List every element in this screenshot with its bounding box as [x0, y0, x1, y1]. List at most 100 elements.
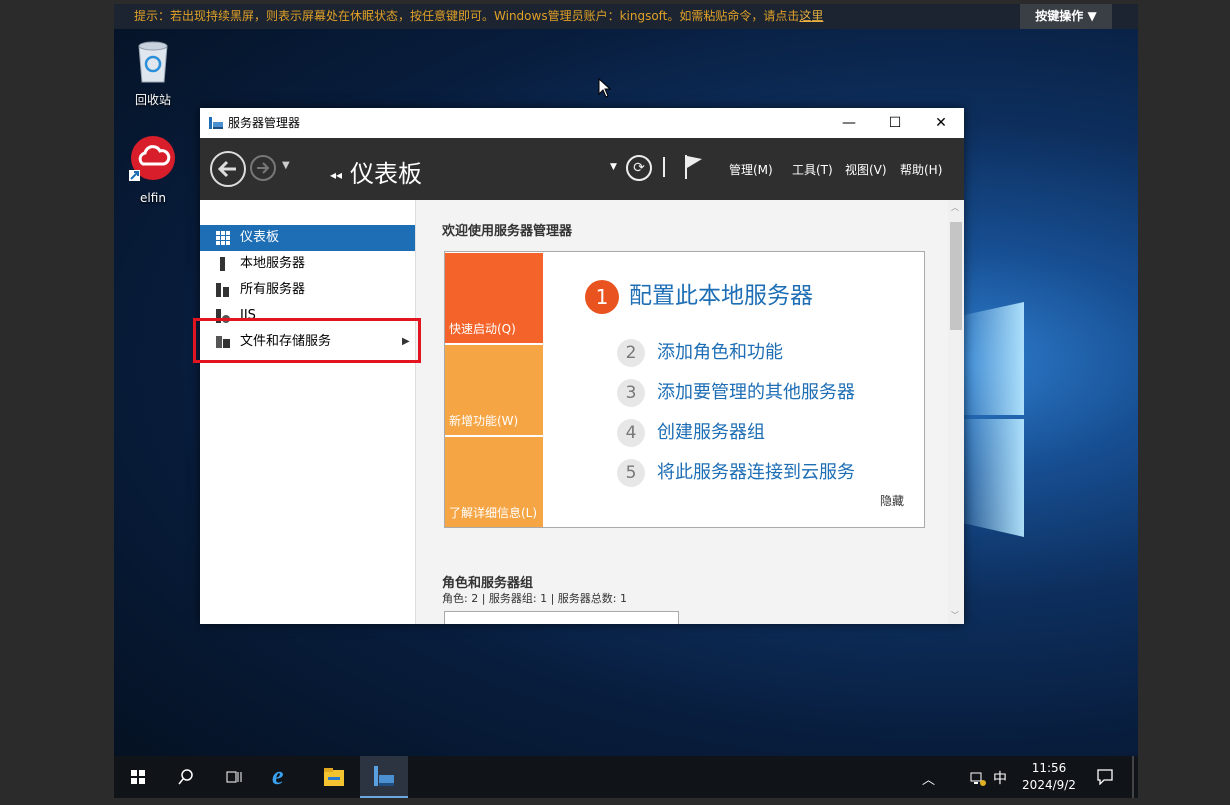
local-server-icon [220, 257, 225, 271]
server-manager-taskbar-button[interactable] [360, 756, 408, 798]
network-icon[interactable] [970, 772, 986, 786]
history-dropdown-icon[interactable]: ▼ [282, 160, 290, 171]
recycle-bin-label: 回收站 [134, 93, 171, 107]
window-titlebar[interactable]: 服务器管理器 — ☐ ✕ [200, 108, 964, 138]
hide-link[interactable]: 隐藏 [880, 492, 904, 509]
maximize-button[interactable]: ☐ [872, 108, 918, 138]
system-clock[interactable]: 11:56 2024/9/2 [1014, 760, 1084, 794]
taskbar: e ︿ 中 11:56 2024/9/2 [114, 756, 1138, 798]
windows-start-icon [131, 770, 145, 784]
breadcrumb-chevron-icon: ◂◂ [330, 168, 343, 182]
step-create-group[interactable]: 4 创建服务器组 [617, 418, 765, 447]
step-label: 将此服务器连接到云服务 [657, 462, 855, 483]
sidebar-item-label: 所有服务器 [240, 282, 306, 297]
step-label: 创建服务器组 [657, 422, 765, 443]
server-manager-app-icon [209, 117, 223, 129]
step-add-servers[interactable]: 3 添加要管理的其他服务器 [617, 378, 855, 407]
highlight-box [193, 318, 421, 363]
show-hidden-icons-chevron-icon[interactable]: ︿ [922, 769, 935, 788]
task-view-button[interactable] [210, 756, 258, 798]
file-explorer-button[interactable] [310, 756, 358, 798]
sidebar-item-dashboard[interactable]: 仪表板 [200, 225, 415, 251]
menu-view[interactable]: 视图(V) [845, 161, 887, 178]
minimize-button[interactable]: — [826, 108, 872, 138]
quick-start-tile[interactable]: 快速启动(Q) [445, 253, 543, 343]
sidebar-item-all-servers[interactable]: 所有服务器 [200, 277, 415, 303]
elfin-label: elfin [140, 191, 166, 205]
remote-viewer-frame: 提示：若出现持续黑屏，则表示屏幕处在休眠状态，按任意键即可。Windows管理员… [0, 0, 1230, 805]
search-icon [178, 769, 193, 785]
dashboard-icon [216, 231, 230, 245]
welcome-heading: 欢迎使用服务器管理器 [442, 224, 573, 239]
recycle-bin-desktop-icon[interactable]: 回收站 [114, 40, 193, 108]
refresh-dropdown-icon[interactable]: ▼ [610, 162, 617, 172]
refresh-icon[interactable]: ⟳ [626, 155, 652, 181]
ime-indicator[interactable]: 中 [993, 768, 1007, 788]
forward-arrow-icon [257, 162, 270, 174]
forward-button[interactable] [250, 155, 276, 181]
tile-label: 了解详细信息(L) [449, 506, 538, 520]
whats-new-tile[interactable]: 新增功能(W) [445, 345, 543, 435]
role-tile[interactable] [444, 611, 679, 624]
step-label: 添加要管理的其他服务器 [657, 382, 855, 403]
sidebar-item-label: 本地服务器 [240, 256, 306, 271]
content-scrollbar[interactable]: ︿ ﹀ [948, 200, 964, 624]
internet-explorer-icon: e [272, 761, 284, 790]
elfin-cloud-icon [129, 136, 175, 181]
internet-explorer-button[interactable]: e [258, 756, 306, 798]
recycle-bin-icon [138, 41, 168, 83]
tile-label: 快速启动(Q) [449, 322, 516, 336]
navigation-sidebar: 仪表板 本地服务器 所有服务器 IIS 文件和存储服务 ▶ [200, 200, 416, 624]
show-desktop-button[interactable] [1132, 756, 1134, 798]
step-configure-local-server[interactable]: 1 配置此本地服务器 [585, 276, 813, 314]
start-button[interactable] [114, 756, 162, 798]
breadcrumb-current: 仪表板 [350, 160, 423, 188]
roles-summary: 角色: 2 | 服务器组: 1 | 服务器总数: 1 [442, 592, 628, 605]
step-connect-cloud[interactable]: 5 将此服务器连接到云服务 [617, 458, 855, 487]
windows-logo-pane [962, 419, 1024, 537]
key-operation-button[interactable]: 按键操作 ▼ [1020, 4, 1112, 29]
step-label: 添加角色和功能 [657, 342, 783, 363]
windows-logo-pane [962, 302, 1024, 415]
all-servers-icon [216, 283, 229, 297]
clock-time: 11:56 [1031, 761, 1067, 775]
step-number: 5 [617, 459, 645, 487]
server-manager-window: 服务器管理器 — ☐ ✕ ▼ ◂◂ 仪表板 ▼ ⟳ 管理(M) 工具(T) 视图… [200, 108, 964, 624]
scroll-thumb[interactable] [950, 222, 962, 330]
scroll-down-icon[interactable]: ﹀ [951, 610, 959, 621]
clock-date: 2024/9/2 [1022, 778, 1076, 792]
elfin-desktop-icon[interactable]: elfin [114, 136, 193, 205]
file-explorer-folder-icon [324, 768, 344, 786]
roles-section-title: 角色和服务器组 [442, 576, 534, 591]
notice-text: 提示：若出现持续黑屏，则表示屏幕处在休眠状态，按任意键即可。Windows管理员… [134, 9, 800, 23]
step-number: 2 [617, 339, 645, 367]
back-button[interactable] [210, 151, 246, 187]
step-number: 3 [617, 379, 645, 407]
action-center-icon[interactable] [1097, 769, 1113, 785]
back-arrow-icon [217, 160, 236, 178]
mouse-cursor-icon [598, 78, 612, 98]
toolbar-divider [663, 157, 665, 177]
close-button[interactable]: ✕ [918, 108, 964, 138]
notice-paste-link[interactable]: 这里 [799, 9, 823, 23]
learn-more-tile[interactable]: 了解详细信息(L) [445, 437, 543, 527]
menu-manage[interactable]: 管理(M) [729, 161, 773, 178]
server-manager-taskbar-icon [374, 766, 394, 786]
notifications-flag-icon[interactable] [684, 154, 704, 180]
sidebar-item-local-server[interactable]: 本地服务器 [200, 251, 415, 277]
step-number: 4 [617, 419, 645, 447]
toolbar: ▼ ◂◂ 仪表板 ▼ ⟳ 管理(M) 工具(T) 视图(V) 帮助(H) [200, 138, 964, 200]
task-view-icon [226, 771, 242, 783]
dashboard-content: 欢迎使用服务器管理器 快速启动(Q) 新增功能(W) 了解详细信息(L) 1 配置… [416, 200, 964, 624]
step-add-roles[interactable]: 2 添加角色和功能 [617, 338, 783, 367]
menu-help[interactable]: 帮助(H) [900, 161, 942, 178]
remote-desktop[interactable]: 提示：若出现持续黑屏，则表示屏幕处在休眠状态，按任意键即可。Windows管理员… [114, 4, 1138, 798]
quick-start-panel: 快速启动(Q) 新增功能(W) 了解详细信息(L) 1 配置此本地服务器 2 添加角… [444, 251, 925, 528]
step-number: 1 [585, 279, 619, 314]
menu-tools[interactable]: 工具(T) [792, 161, 833, 178]
notice-bar: 提示：若出现持续黑屏，则表示屏幕处在休眠状态，按任意键即可。Windows管理员… [114, 4, 1138, 29]
search-button[interactable] [162, 756, 210, 798]
scroll-up-icon[interactable]: ︿ [951, 202, 959, 213]
window-title: 服务器管理器 [228, 116, 301, 130]
tile-label: 新增功能(W) [449, 414, 519, 428]
